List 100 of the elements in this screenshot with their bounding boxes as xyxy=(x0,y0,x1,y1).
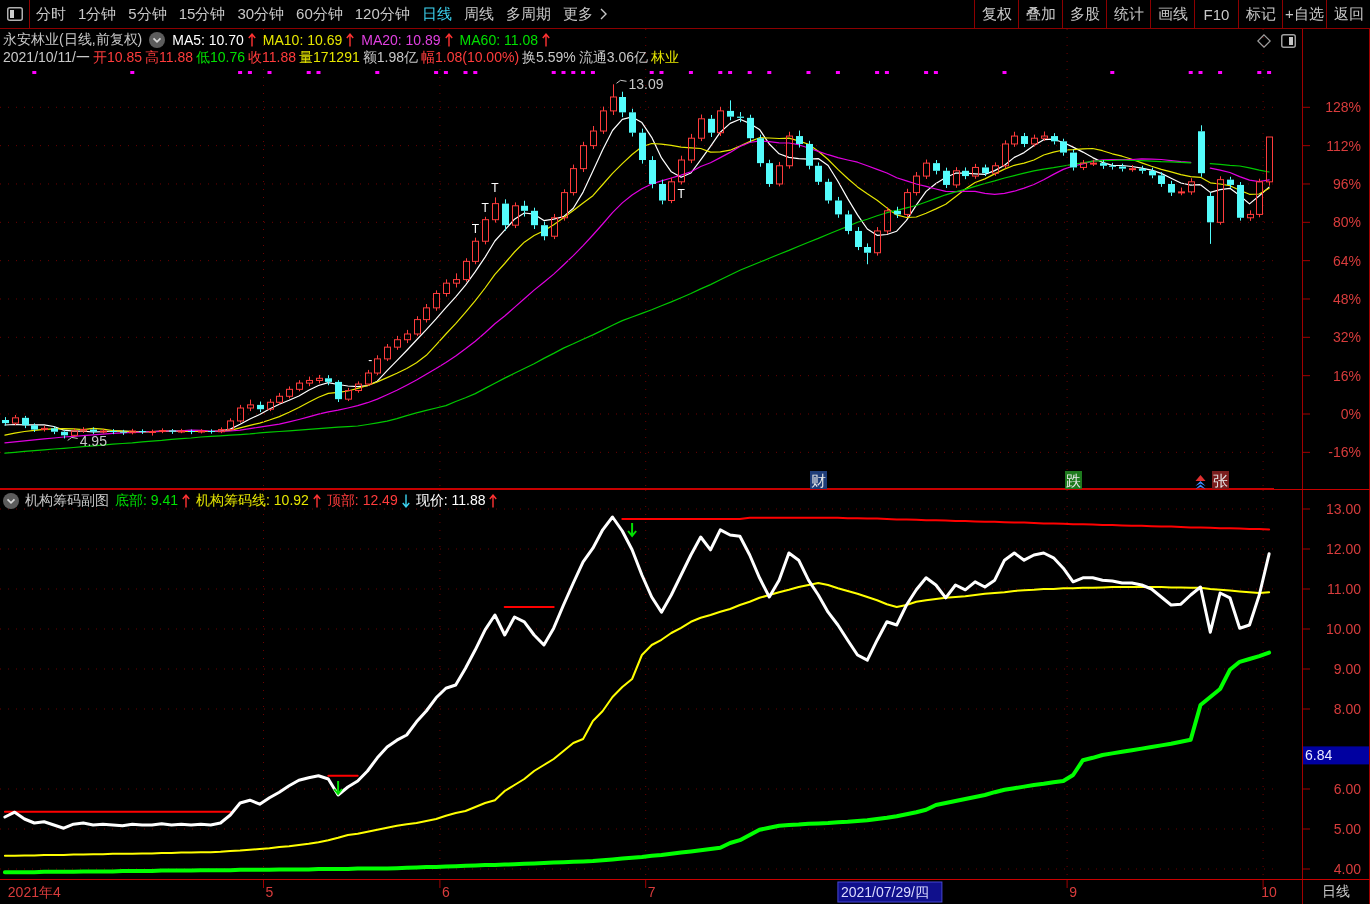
candlestick xyxy=(855,226,862,251)
candlestick xyxy=(982,164,989,177)
axis-label: 13.00 xyxy=(1325,501,1361,517)
axis-label: 128% xyxy=(1325,99,1361,116)
candlestick xyxy=(580,141,587,173)
toolbar-button[interactable]: +自选 xyxy=(1282,0,1326,28)
period-tab[interactable]: 5分钟 xyxy=(122,0,173,28)
axis-label: 8.00 xyxy=(1333,701,1361,717)
panel-icon[interactable] xyxy=(1281,34,1296,48)
candlestick xyxy=(1011,131,1018,148)
candlestick xyxy=(286,385,293,399)
quote-value: 低10.76 xyxy=(195,48,245,67)
candlestick xyxy=(80,426,87,434)
event-badge[interactable]: 张 xyxy=(1212,471,1230,489)
date-label: 2021年4 xyxy=(7,884,61,900)
candlestick xyxy=(884,206,891,235)
period-tab[interactable]: 更多 xyxy=(557,0,613,28)
quote-value: 高11.88 xyxy=(144,48,193,67)
candlestick xyxy=(257,401,264,413)
period-tab[interactable]: 60分钟 xyxy=(290,0,349,28)
candlestick xyxy=(218,426,225,434)
candlestick xyxy=(600,106,607,135)
event-badge[interactable]: 财 xyxy=(810,471,828,489)
candlestick xyxy=(1237,181,1244,222)
axis-label: 48% xyxy=(1332,291,1361,307)
toolbar-button[interactable]: 叠加 xyxy=(1018,0,1062,28)
candlestick xyxy=(1139,165,1146,175)
candlestick xyxy=(306,376,313,387)
date-label: 7 xyxy=(647,884,656,900)
candlestick xyxy=(296,379,303,392)
dropdown-icon[interactable] xyxy=(149,31,166,48)
candlestick xyxy=(962,166,969,180)
quote-value: 林业 xyxy=(651,48,679,67)
toolbar-button[interactable]: F10 xyxy=(1194,0,1238,28)
candlestick xyxy=(786,131,793,170)
candlestick xyxy=(394,335,401,351)
quote-value: 2021/10/11/一 xyxy=(3,48,90,67)
period-tab[interactable]: 周线 xyxy=(458,0,500,28)
indicator-value: MA20: 10.89 xyxy=(361,31,441,48)
axis-label: 6.00 xyxy=(1333,781,1361,797)
indicator-value: 现价: 11.88 xyxy=(415,491,486,510)
toolbar-button[interactable]: 复权 xyxy=(974,0,1018,28)
period-tab[interactable]: 分时 xyxy=(30,0,72,28)
quote-value: 量171291 xyxy=(299,48,360,67)
down-arrow-icon xyxy=(333,780,344,796)
toolbar-button[interactable]: 统计 xyxy=(1106,0,1150,28)
period-tab[interactable]: 1分钟 xyxy=(72,0,122,28)
candlestick xyxy=(992,161,999,177)
period-tab[interactable]: 120分钟 xyxy=(349,0,416,28)
candlestick xyxy=(649,155,656,189)
axis-label: 0% xyxy=(1340,406,1361,422)
candlestick xyxy=(845,210,852,235)
candlestick xyxy=(1080,159,1087,171)
candlestick xyxy=(512,201,519,229)
leader-line xyxy=(67,436,79,441)
axis-label: 12.00 xyxy=(1325,541,1361,557)
axis-label: -16% xyxy=(1328,444,1361,461)
toolbar-button[interactable]: 返回 xyxy=(1326,0,1370,28)
candlestick xyxy=(365,369,372,387)
toolbar-button[interactable]: 画线 xyxy=(1150,0,1194,28)
signal-letter: T xyxy=(481,200,489,215)
date-label: 6 xyxy=(442,884,450,900)
candlestick xyxy=(766,159,773,188)
period-tab[interactable]: 日线 xyxy=(416,0,458,28)
candlestick xyxy=(51,425,58,435)
diamond-icon[interactable] xyxy=(1257,34,1271,48)
candlestick xyxy=(1198,124,1205,178)
indicator-value: 顶部: 12.49 xyxy=(326,491,398,510)
candlestick xyxy=(1051,132,1058,145)
candlestick xyxy=(404,329,411,344)
event-badge[interactable]: 跌 xyxy=(1065,471,1083,489)
candlestick xyxy=(31,422,38,433)
period-tab[interactable]: 30分钟 xyxy=(231,0,290,28)
candlestick xyxy=(668,177,675,204)
signal-letter: T xyxy=(471,221,479,236)
double-arrow-icon xyxy=(1195,475,1206,489)
candlestick xyxy=(247,399,254,412)
price-label: 4.95 xyxy=(79,433,107,450)
period-label: 日线 xyxy=(1322,883,1350,901)
candlestick xyxy=(345,387,352,402)
toolbar-button[interactable]: 多股 xyxy=(1062,0,1106,28)
toolbar-button[interactable]: 标记 xyxy=(1238,0,1282,28)
candlestick xyxy=(463,257,470,283)
period-tab[interactable]: 15分钟 xyxy=(173,0,231,28)
indicator-value: 底部: 9.41 xyxy=(115,491,179,510)
axis-label: 64% xyxy=(1332,252,1361,269)
dropdown-icon[interactable] xyxy=(3,492,19,509)
period-tab[interactable]: 多周期 xyxy=(500,0,557,28)
indicator-value: MA5: 10.70 xyxy=(172,31,244,48)
candlestick xyxy=(610,83,617,116)
candlestick xyxy=(1090,159,1097,167)
candlestick xyxy=(1129,164,1136,173)
candlestick xyxy=(913,171,920,196)
candlestick xyxy=(629,108,636,138)
axis-label: 80% xyxy=(1332,214,1361,231)
candlestick xyxy=(639,128,646,165)
candlestick xyxy=(835,196,842,219)
candlestick xyxy=(904,188,911,218)
candlestick xyxy=(825,178,832,205)
candlestick xyxy=(708,114,715,138)
